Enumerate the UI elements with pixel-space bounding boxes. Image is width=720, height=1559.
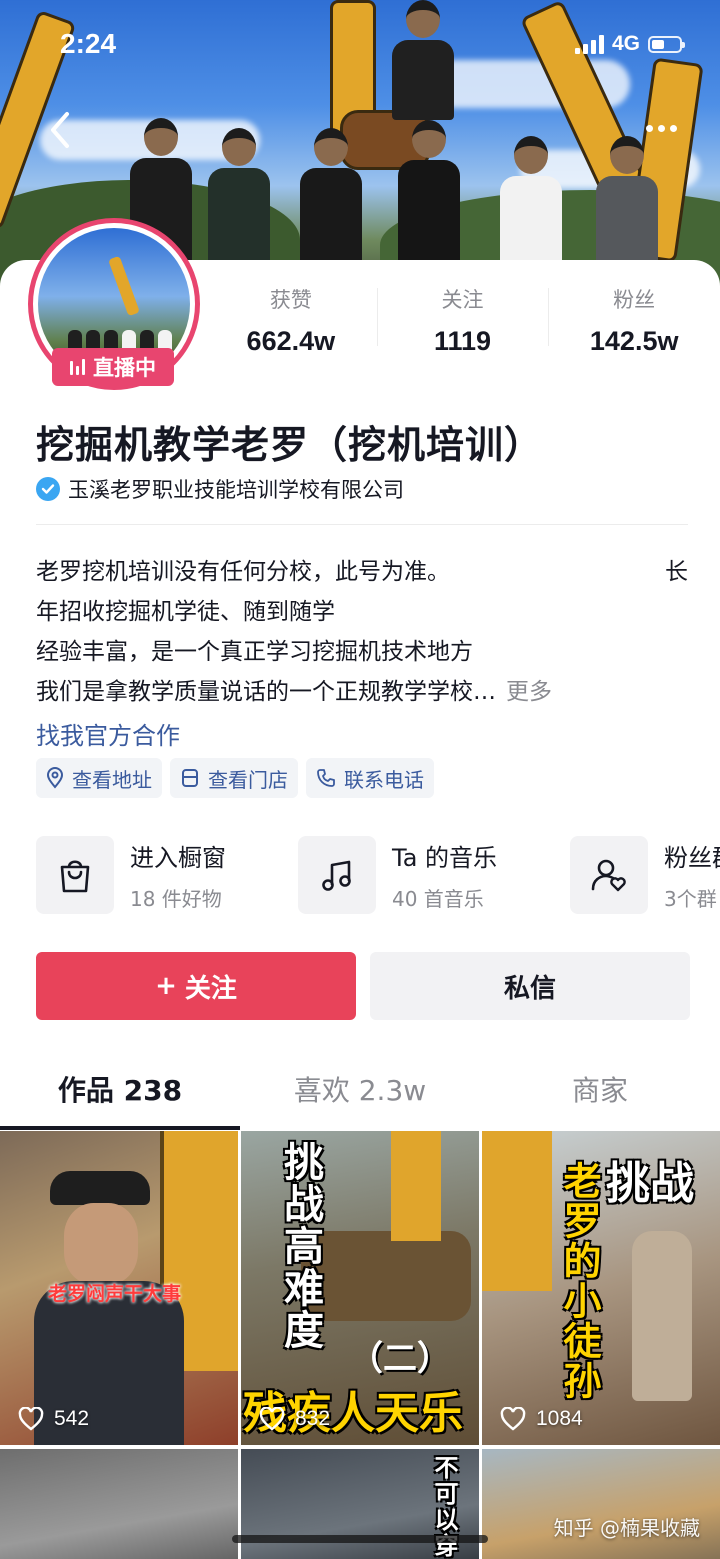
live-badge[interactable]: 直播中 xyxy=(52,348,174,386)
video-thumbnail[interactable]: 老罗闷声干大事 542 xyxy=(0,1131,238,1445)
music-note-icon xyxy=(298,836,376,914)
shortcut-title: 粉丝群 xyxy=(664,844,720,872)
shortcut-fan-group[interactable]: 粉丝群 3个群 xyxy=(570,836,720,914)
profile-stats: 获赞 662.4w 关注 1119 粉丝 142.5w xyxy=(205,280,720,360)
bio-line: 年招收挖掘机学徒、随到随学 xyxy=(36,599,335,625)
shopping-bag-icon xyxy=(36,836,114,914)
verified-org[interactable]: 玉溪老罗职业技能培训学校有限公司 xyxy=(36,474,404,504)
shortcut-sub: 18 件好物 xyxy=(130,887,222,911)
store-icon xyxy=(182,769,198,787)
battery-icon xyxy=(648,35,685,53)
follow-label: 关注 xyxy=(184,973,237,1004)
stat-label: 关注 xyxy=(441,288,484,312)
status-indicators: 4G xyxy=(574,32,685,56)
back-button[interactable] xyxy=(40,108,80,152)
live-label: 直播中 xyxy=(93,356,156,380)
shortcut-title: 进入橱窗 xyxy=(130,844,226,872)
fan-group-icon xyxy=(570,836,648,914)
video-grid: 老罗闷声干大事 542 挑战高难度 （二） 残疾人天乐 832 老罗的小徒孙 挑… xyxy=(0,1131,720,1559)
profile-nickname: 挖掘机教学老罗（挖机培训） xyxy=(36,423,544,467)
video-thumbnail[interactable] xyxy=(0,1449,238,1559)
tab-merchant[interactable]: 商家 xyxy=(480,1056,720,1128)
divider xyxy=(36,524,688,525)
bio-line: 我们是拿教学质量说话的一个正规教学学校… xyxy=(36,679,496,705)
shortcut-title: Ta 的音乐 xyxy=(392,844,498,872)
bio-line: 经验丰富，是一个真正学习挖掘机技术地方 xyxy=(36,639,473,665)
video-thumbnail[interactable] xyxy=(482,1449,720,1559)
cellular-signal-icon xyxy=(574,34,604,54)
heart-icon xyxy=(259,1407,285,1431)
status-time: 2:24 xyxy=(60,28,117,59)
watermark: 知乎 @楠果收藏 xyxy=(553,1516,700,1540)
heart-icon xyxy=(500,1407,526,1431)
stat-label: 获赞 xyxy=(269,288,312,312)
live-bars-icon xyxy=(70,359,85,375)
video-thumbnail[interactable]: 老罗的小徒孙 挑战 1084 xyxy=(482,1131,720,1445)
shortcut-music[interactable]: Ta 的音乐 40 首音乐 xyxy=(298,836,497,914)
likes-count: 542 xyxy=(54,1407,90,1430)
profile-tabs: 作品 238 喜欢 2.3w 商家 xyxy=(0,1056,720,1130)
more-options-button[interactable] xyxy=(636,108,686,148)
video-likes: 1084 xyxy=(500,1407,583,1431)
bio-more-button[interactable]: 更多 xyxy=(506,679,552,705)
stat-value: 662.4w xyxy=(246,326,336,356)
chip-contact-phone[interactable]: 联系电话 xyxy=(306,758,434,798)
stat-value: 142.5w xyxy=(589,326,679,356)
phone-icon xyxy=(317,769,335,787)
heart-icon xyxy=(18,1407,44,1431)
official-partner-link[interactable]: 找我官方合作 xyxy=(36,716,180,751)
chip-view-store[interactable]: 查看门店 xyxy=(170,758,298,798)
stat-value: 1119 xyxy=(433,326,492,356)
profile-shortcuts: 进入橱窗 18 件好物 Ta 的音乐 40 首音乐 粉丝群 3个群 xyxy=(36,836,720,916)
bio-line: 老罗挖机培训没有任何分校，此号为准。 xyxy=(36,559,450,585)
location-icon xyxy=(46,767,64,789)
video-overlay-vertical: 不可以穿 xyxy=(430,1455,458,1559)
video-overlay-top: 挑战 xyxy=(606,1158,694,1209)
chevron-left-icon xyxy=(51,112,69,148)
message-button[interactable]: 私信 xyxy=(370,952,690,1020)
chip-label: 查看地址 xyxy=(72,767,152,792)
stat-likes[interactable]: 获赞 662.4w xyxy=(205,280,377,360)
tab-works[interactable]: 作品 238 xyxy=(0,1056,240,1130)
video-overlay-text: 老罗闷声干大事 xyxy=(48,1283,182,1305)
follow-button[interactable]: + 关注 xyxy=(36,952,356,1020)
chip-label: 查看门店 xyxy=(208,767,288,792)
more-dots-icon xyxy=(645,124,653,132)
video-overlay-paren: （二） xyxy=(349,1339,451,1379)
video-overlay-vertical: 挑战高难度 xyxy=(277,1141,323,1351)
network-type: 4G xyxy=(611,32,640,55)
profile-bio[interactable]: 老罗挖机培训没有任何分校，此号为准。 长 年招收挖掘机学徒、随到随学 经验丰富，是… xyxy=(36,552,688,712)
likes-count: 832 xyxy=(295,1407,331,1430)
video-overlay-vertical: 老罗的小徒孙 xyxy=(557,1161,601,1401)
video-likes: 832 xyxy=(259,1407,330,1431)
home-indicator xyxy=(232,1535,488,1543)
stat-label: 粉丝 xyxy=(613,288,656,312)
contact-chips: 查看地址 查看门店 联系电话 xyxy=(36,758,434,798)
verified-org-name: 玉溪老罗职业技能培训学校有限公司 xyxy=(68,478,404,502)
video-thumbnail[interactable]: 挑战高难度 （二） 残疾人天乐 832 xyxy=(241,1131,479,1445)
stat-following[interactable]: 关注 1119 xyxy=(376,280,549,360)
verified-check-icon xyxy=(36,477,60,501)
likes-count: 1084 xyxy=(536,1407,583,1430)
shortcut-showcase[interactable]: 进入橱窗 18 件好物 xyxy=(36,836,226,914)
chip-view-address[interactable]: 查看地址 xyxy=(36,758,162,798)
video-likes: 542 xyxy=(18,1407,89,1431)
message-label: 私信 xyxy=(503,973,556,1004)
shortcut-sub: 3个群 xyxy=(664,887,717,911)
status-bar: 2:24 4G xyxy=(0,0,720,90)
stat-followers[interactable]: 粉丝 142.5w xyxy=(548,280,720,360)
bio-line-tail: 长 xyxy=(665,559,688,585)
shortcut-sub: 40 首音乐 xyxy=(392,887,484,911)
chip-label: 联系电话 xyxy=(344,767,424,792)
plus-icon: + xyxy=(155,971,177,1001)
tab-likes[interactable]: 喜欢 2.3w xyxy=(240,1056,480,1128)
